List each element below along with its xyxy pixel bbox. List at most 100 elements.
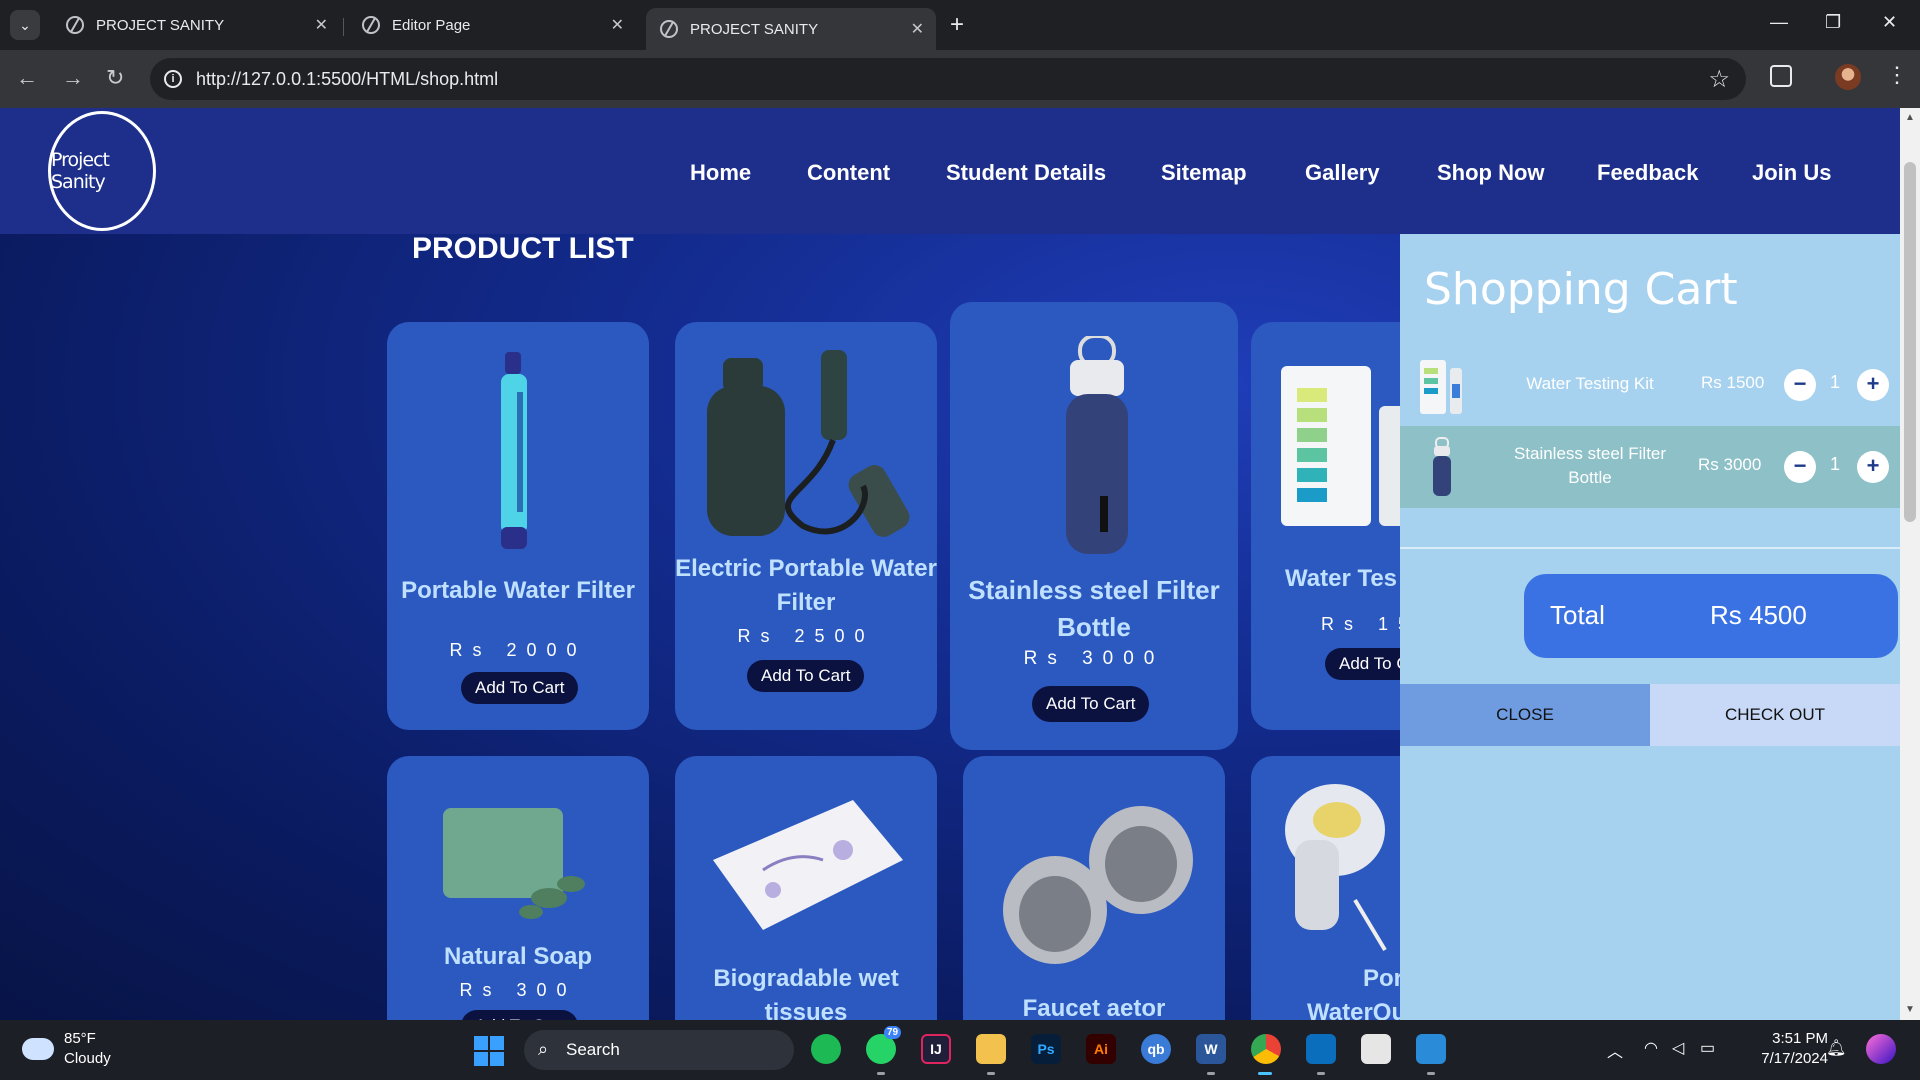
decrease-quantity-button[interactable]: − bbox=[1784, 451, 1816, 483]
word-icon[interactable]: W bbox=[1196, 1034, 1226, 1064]
tab-close-icon[interactable]: ✕ bbox=[611, 15, 624, 35]
windows-start-button[interactable] bbox=[474, 1036, 504, 1066]
nav-gallery[interactable]: Gallery bbox=[1305, 160, 1380, 186]
nav-student-details[interactable]: Student Details bbox=[946, 160, 1106, 186]
copilot-icon[interactable] bbox=[1866, 1034, 1896, 1064]
nav-join-us[interactable]: Join Us bbox=[1752, 160, 1831, 186]
nav-home[interactable]: Home bbox=[690, 160, 751, 186]
nav-content[interactable]: Content bbox=[807, 160, 890, 186]
nav-feedback[interactable]: Feedback bbox=[1597, 160, 1699, 186]
start-tile bbox=[490, 1052, 504, 1066]
product-name: Portable Water Filter bbox=[401, 577, 635, 604]
site-logo[interactable]: Project Sanity bbox=[48, 111, 156, 231]
product-image-soap bbox=[443, 808, 585, 919]
product-name: Biogradable wet tissues bbox=[713, 965, 899, 1020]
close-cart-button[interactable]: CLOSE bbox=[1400, 684, 1650, 746]
product-card-portable-water-filter: Portable Water Filter Rs 2000 Add To Car… bbox=[387, 322, 649, 730]
battery-icon[interactable]: ▭ bbox=[1700, 1038, 1715, 1058]
scroll-down-arrow-icon[interactable]: ▼ bbox=[1905, 1004, 1915, 1015]
tab-editor-page[interactable]: Editor Page ✕ bbox=[348, 8, 636, 42]
cart-item-thumbnail bbox=[1420, 360, 1462, 414]
product-image-faucet-aerator bbox=[1003, 806, 1193, 964]
forward-arrow-icon[interactable]: → bbox=[62, 64, 84, 92]
cart-item-quantity: 1 bbox=[1830, 454, 1841, 474]
tab-separator bbox=[343, 18, 344, 36]
product-list-title: PRODUCT LIST bbox=[412, 232, 634, 265]
notepad-icon[interactable] bbox=[1416, 1034, 1446, 1064]
close-window-icon[interactable]: ✕ bbox=[1882, 12, 1897, 33]
qbittorrent-icon[interactable]: qb bbox=[1141, 1034, 1171, 1064]
cart-title: Shopping Cart bbox=[1424, 264, 1738, 315]
tab-search-dropdown-button[interactable]: ⌄ bbox=[10, 10, 40, 40]
notification-badge: 79 bbox=[884, 1026, 902, 1039]
more-menu-icon[interactable]: ⋮ bbox=[1886, 62, 1908, 88]
restore-icon[interactable]: ❐ bbox=[1825, 12, 1841, 33]
taskbar-search-label: Search bbox=[566, 1040, 620, 1059]
whatsapp-icon[interactable]: 79 bbox=[866, 1026, 902, 1064]
scrollbar-thumb[interactable] bbox=[1904, 162, 1916, 522]
weather-description[interactable]: Cloudy bbox=[64, 1050, 111, 1067]
vscode-icon[interactable] bbox=[1306, 1034, 1336, 1064]
clock-date[interactable]: 7/17/2024 bbox=[1746, 1050, 1828, 1067]
chevron-up-icon[interactable]: ︿ bbox=[1607, 1038, 1623, 1062]
new-tab-button[interactable]: + bbox=[950, 12, 964, 38]
increase-quantity-button[interactable]: + bbox=[1857, 369, 1889, 401]
tab-close-icon[interactable]: ✕ bbox=[911, 19, 924, 39]
volume-icon[interactable]: ◁ bbox=[1672, 1038, 1684, 1058]
minimize-icon[interactable]: — bbox=[1770, 12, 1788, 33]
globe-icon bbox=[66, 16, 84, 34]
tab-title: Editor Page bbox=[392, 16, 471, 34]
illustrator-icon[interactable]: Ai bbox=[1086, 1034, 1116, 1064]
product-image-electric-filter bbox=[707, 350, 910, 537]
product-card-natural-soap: Natural Soap Rs 300 Add To Cart bbox=[387, 756, 649, 1020]
add-to-cart-button[interactable]: Add To Cart bbox=[1032, 686, 1150, 722]
nav-sitemap[interactable]: Sitemap bbox=[1161, 160, 1247, 186]
globe-icon bbox=[660, 20, 678, 38]
product-price: Rs 300 bbox=[459, 980, 577, 1000]
snipping-tool-icon[interactable] bbox=[1361, 1034, 1391, 1064]
checkout-button[interactable]: CHECK OUT bbox=[1650, 684, 1900, 746]
tab-project-sanity-1[interactable]: PROJECT SANITY ✕ bbox=[52, 8, 340, 42]
url-text[interactable]: http://127.0.0.1:5500/HTML/shop.html bbox=[196, 69, 498, 90]
page-scrollbar[interactable]: ▲ ▼ bbox=[1900, 108, 1920, 1020]
back-arrow-icon[interactable]: ← bbox=[16, 64, 38, 92]
spotify-icon[interactable] bbox=[811, 1034, 841, 1064]
profile-avatar[interactable] bbox=[1835, 64, 1861, 90]
taskbar-search-box[interactable]: ⌕ Search bbox=[524, 1030, 794, 1070]
product-image-straw-filter bbox=[501, 352, 527, 549]
product-price: Rs 3000 bbox=[1023, 648, 1165, 669]
cloud-icon[interactable] bbox=[22, 1038, 54, 1060]
product-image-filter-bottle bbox=[1066, 336, 1128, 554]
cart-divider bbox=[1400, 547, 1900, 549]
globe-icon bbox=[362, 16, 380, 34]
tab-title: PROJECT SANITY bbox=[690, 20, 819, 38]
wifi-icon[interactable]: ◠ bbox=[1644, 1038, 1658, 1058]
intellij-icon[interactable]: IJ bbox=[921, 1034, 951, 1064]
photoshop-icon[interactable]: Ps bbox=[1031, 1034, 1061, 1064]
cart-item-price: Rs 1500 bbox=[1701, 373, 1765, 392]
running-indicator bbox=[1207, 1072, 1215, 1075]
product-name: Electric Portable Water Filter bbox=[675, 555, 937, 616]
extensions-icon[interactable] bbox=[1770, 65, 1792, 87]
product-card-electric-portable-water-filter: Electric Portable Water Filter Rs 2500 A… bbox=[675, 322, 937, 730]
add-to-cart-button[interactable]: Add To Cart bbox=[747, 660, 865, 692]
address-bar[interactable]: i http://127.0.0.1:5500/HTML/shop.html ☆ bbox=[150, 58, 1746, 100]
scroll-up-arrow-icon[interactable]: ▲ bbox=[1905, 112, 1915, 123]
weather-temperature[interactable]: 85°F bbox=[64, 1030, 96, 1047]
site-header: Project Sanity Home Content Student Deta… bbox=[0, 108, 1900, 234]
site-info-icon[interactable]: i bbox=[164, 70, 182, 88]
reload-icon[interactable]: ↻ bbox=[106, 64, 124, 92]
increase-quantity-button[interactable]: + bbox=[1857, 451, 1889, 483]
nav-shop-now[interactable]: Shop Now bbox=[1437, 160, 1545, 186]
add-to-cart-button[interactable]: Add To Cart bbox=[461, 672, 579, 704]
decrease-quantity-button[interactable]: − bbox=[1784, 369, 1816, 401]
add-to-cart-button[interactable]: Add To Cart bbox=[461, 1010, 579, 1020]
chrome-icon[interactable] bbox=[1251, 1034, 1281, 1064]
file-explorer-icon[interactable] bbox=[976, 1034, 1006, 1064]
cart-item-thumbnail bbox=[1433, 437, 1451, 496]
bookmark-star-icon[interactable]: ☆ bbox=[1708, 65, 1730, 94]
tab-project-sanity-active[interactable]: PROJECT SANITY ✕ bbox=[646, 8, 936, 50]
tab-close-icon[interactable]: ✕ bbox=[315, 15, 328, 35]
clock-time[interactable]: 3:51 PM bbox=[1756, 1030, 1828, 1047]
notification-bell-icon[interactable]: 🔔︎ bbox=[1826, 1038, 1846, 1058]
